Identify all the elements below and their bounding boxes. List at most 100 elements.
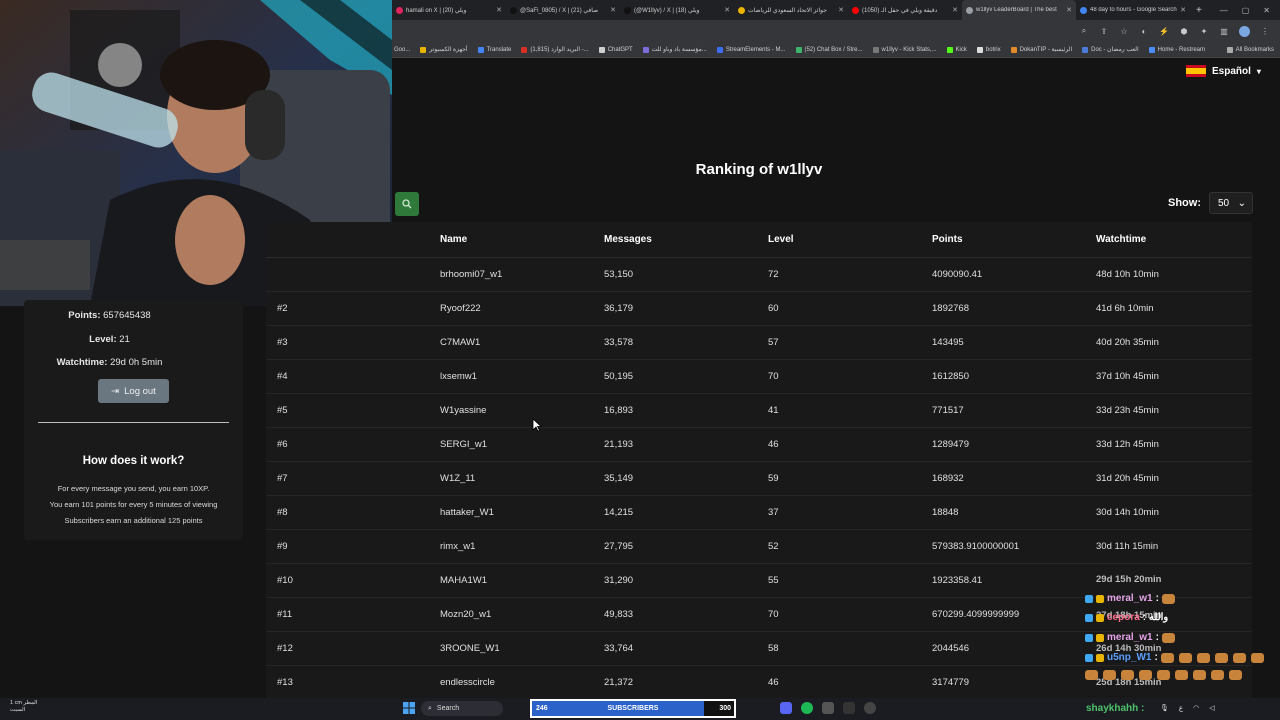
browser-tabbar: hamali on X | ويلي (20) ✕ @SaFi_0805) / X… [392,0,1280,20]
close-tab-icon[interactable]: ✕ [610,6,616,14]
extension-icon[interactable]: ⚡ [1159,27,1169,36]
points-cell: 1923358.41 [932,575,983,586]
new-tab-icon[interactable]: + [1190,5,1208,16]
chat-message: cepora: والله [1085,612,1168,623]
dokantip-icon [1010,46,1017,53]
bookmark-item[interactable]: Doc - العب رمضان [1082,46,1139,53]
bookmark-item[interactable]: ChatGPT [598,46,633,53]
column-header-messages[interactable]: Messages [604,234,768,245]
search-button[interactable] [395,192,419,216]
extension-icon[interactable]: ⬢ [1179,27,1189,36]
browser-tab[interactable]: جوائز الاتحاد السعودي للرياضات ✕ [734,0,848,20]
bookmark-item[interactable]: مؤسسة باد وباو للت... [642,46,707,53]
language-selector[interactable]: Español ▾ [1186,65,1261,77]
rank-cell: #7 [277,473,288,484]
extension-icon[interactable]: ◐ [1139,27,1149,36]
column-header-watchtime[interactable]: Watchtime [1096,234,1252,245]
table-row: #4 lxsemw1 50,195 70 1612850 37d 10h 45min [266,360,1252,394]
watchtime-cell: 37d 10h 45min [1096,371,1159,382]
browser-tab[interactable]: @SaFi_0805) / X | صافي (21) ✕ [506,0,620,20]
browser-tab-active[interactable]: w1llyv LeaderBoard | The best ✕ [962,0,1076,20]
close-tab-icon[interactable]: ✕ [952,6,958,14]
obs-icon[interactable] [864,702,876,714]
messages-cell: 14,215 [604,507,634,518]
browser-tab[interactable]: (1050) دقيقة ويلي في حفل الـ ✕ [848,0,962,20]
browser-tab[interactable]: (@W1llyv) / X | ويلي (18) ✕ [620,0,734,20]
column-header-level[interactable]: Level [768,234,932,245]
name-cell: W1yassine [440,405,487,416]
how-it-works-line: For every message you send, you earn 10X… [57,484,210,493]
name-cell: rimx_w1 [440,541,476,552]
wifi-icon[interactable]: ◠ [1193,704,1199,712]
docs-icon [1082,46,1089,53]
bookmark-star-icon[interactable]: ☆ [1119,27,1129,36]
messages-cell: 53,150 [604,269,634,280]
table-header: Name Messages Level Points Watchtime [266,222,1252,258]
profile-avatar[interactable] [1239,25,1250,37]
points-cell: 670299.4099999999 [932,609,1020,620]
bookmark-item[interactable]: botrix [976,46,1001,53]
all-bookmarks-button[interactable]: All Bookmarks [1226,46,1280,53]
level-cell: 72 [768,269,779,280]
emote-icon [1157,670,1170,680]
bookmark-item[interactable]: أجهزة الكمبيوتر [420,46,468,53]
user-points: Points: 657645438 [68,310,151,321]
points-cell: 4090090.41 [932,269,983,280]
close-tab-icon[interactable]: ✕ [838,6,844,14]
badge-icon [1085,613,1093,622]
weather-widget[interactable]: 1 cm المطر السبت [10,700,37,714]
table-row: #8 hattaker_W1 14,215 37 18848 30d 14h 10min [266,496,1252,530]
close-tab-icon[interactable]: ✕ [496,6,502,14]
maximize-icon[interactable]: ▢ [1242,6,1250,15]
close-tab-icon[interactable]: ✕ [724,6,730,14]
bookmark-item[interactable]: DokanTIP - الرئيسية [1010,46,1072,53]
badge-icon [1096,613,1104,622]
messages-cell: 33,578 [604,337,634,348]
spain-flag-icon [1186,65,1206,77]
watchtime-cell: 48d 10h 10min [1096,269,1159,280]
system-tray: 🎙 ع ◠ ◁ [1160,704,1215,712]
taskbar-search[interactable]: ⌕ Search [421,701,503,716]
discord-icon[interactable] [780,702,792,714]
search-icon [402,199,412,209]
bookmark-item[interactable]: البريد الوارد (1,815) -... [521,46,589,53]
app-icon[interactable] [822,702,834,714]
page-size-control: Show: 50 ⌄ [1168,192,1253,214]
app-icon[interactable] [843,702,855,714]
close-tab-icon[interactable]: ✕ [1066,6,1072,14]
bookmark-item[interactable]: Kick [946,46,967,53]
menu-kebab-icon[interactable]: ⋮ [1260,27,1270,36]
badge-icon [1085,594,1093,603]
watchtime-cell: 30d 11h 15min [1096,541,1159,552]
column-header-points[interactable]: Points [932,234,1096,245]
messages-cell: 49,833 [604,609,634,620]
browser-tab[interactable]: hamali on X | ويلي (20) ✕ [392,0,506,20]
language-icon[interactable]: ع [1179,704,1183,712]
page-size-select[interactable]: 50 ⌄ [1209,192,1253,214]
column-header-name[interactable]: Name [440,234,604,245]
minimize-icon[interactable]: — [1220,6,1228,15]
close-tab-icon[interactable]: ✕ [1180,6,1186,14]
share-icon[interactable]: ⇪ [1099,27,1109,36]
bookmark-item[interactable]: (52) Chat Box / Stre... [795,46,863,53]
volume-icon[interactable]: ◁ [1209,704,1214,712]
screen: hamali on X | ويلي (20) ✕ @SaFi_0805) / X… [0,0,1280,720]
spotify-icon[interactable] [801,702,813,714]
bookmark-item[interactable]: w1llyv - Kick Stats,... [872,46,937,53]
chevron-down-icon: ⌄ [1237,197,1246,209]
windows-start-icon[interactable] [403,702,415,714]
extensions-puzzle-icon[interactable]: ✦ [1199,27,1209,36]
zoom-icon[interactable]: ⌕ [1079,26,1089,36]
bookmark-item[interactable]: Goo... [394,47,410,53]
bookmark-item[interactable]: Translate [477,46,511,53]
mic-icon[interactable]: 🎙 [1160,704,1169,712]
logout-button[interactable]: ⇥ Log out [98,379,169,403]
sidebar-icon[interactable]: ▥ [1219,27,1229,36]
tab-favicon-icon [624,6,631,14]
streamelements-icon [716,46,723,53]
bookmark-item[interactable]: StreamElements - M... [716,46,786,53]
close-window-icon[interactable]: ✕ [1263,6,1270,15]
browser-tab[interactable]: 48 day to hours - Google Search ✕ [1076,0,1190,20]
bookmark-item[interactable]: Home - Restream [1148,46,1205,53]
emote-icon [1232,652,1246,663]
